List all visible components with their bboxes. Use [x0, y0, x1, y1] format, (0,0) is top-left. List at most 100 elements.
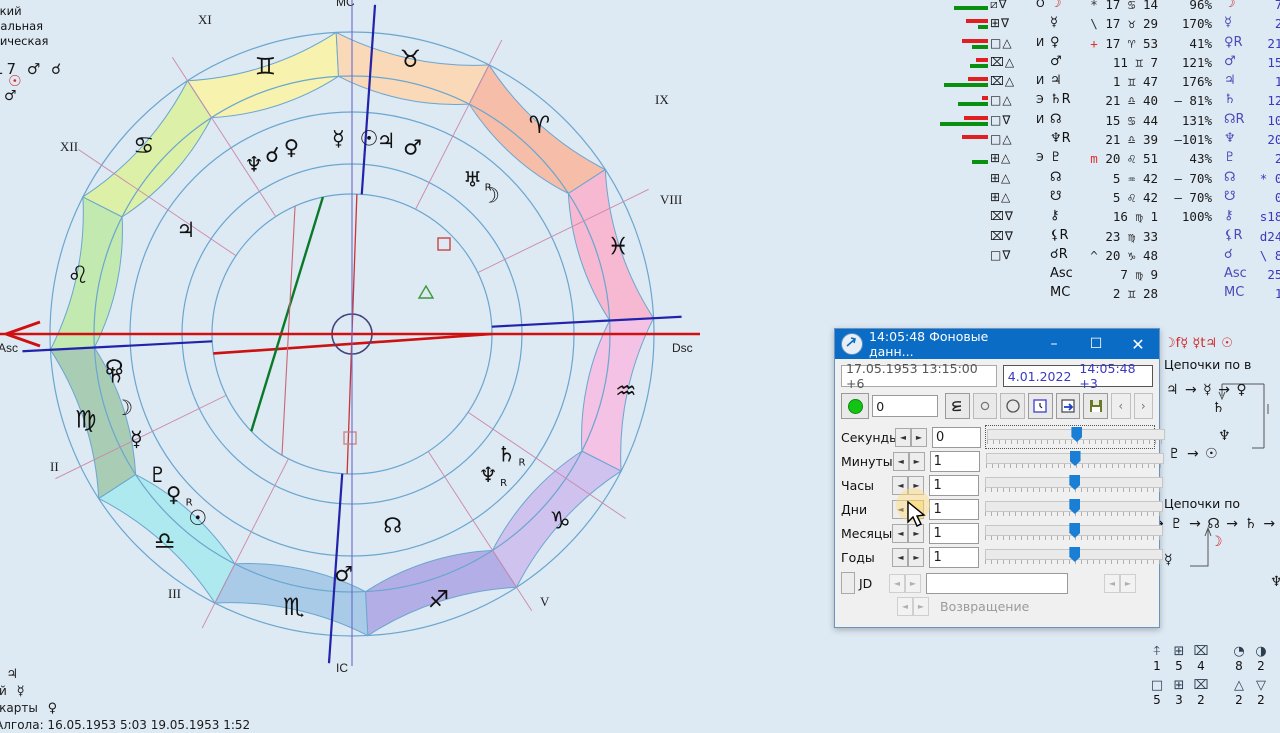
- astrology-wheel[interactable]: ♊ ♉♈♓♒♑♐♏♎♍♌♋ ♂♃☉☿♅ R☽♆♀☌♃♄ R♆ R☊♂☉♀ R♇☿☽♄☊ I…: [0, 0, 710, 686]
- planet-glyph[interactable]: ☉: [188, 506, 207, 530]
- spin-right[interactable]: ►: [908, 547, 925, 567]
- return-spinner[interactable]: ◄ ►: [897, 596, 929, 616]
- stepper-row-0[interactable]: Секунды ◄ ► 0: [841, 425, 1166, 449]
- jd-spinner-2[interactable]: ◄ ►: [1104, 573, 1136, 593]
- stepper-row-4[interactable]: Месяцы ◄ ► 1: [841, 521, 1164, 545]
- planet-glyph[interactable]: ☿: [130, 427, 143, 451]
- planet-glyph[interactable]: ♅: [463, 168, 482, 192]
- table-row[interactable]: ⌧∇⚸R23 ♍ 33⚸Rd24 ♊ 42: [944, 228, 1280, 247]
- return-spin-left[interactable]: ◄: [897, 596, 913, 616]
- stepper-row-1[interactable]: Минуты ◄ ► 1: [841, 449, 1164, 473]
- natal-date-field[interactable]: 17.05.1953 13:15:00 +6: [841, 361, 997, 391]
- spin-left[interactable]: ◄: [895, 427, 911, 447]
- stepper-value[interactable]: 1: [929, 546, 980, 568]
- table-row[interactable]: ⧄∇O☽* 17 ♋ 1496%☽7 ♒ 39: [944, 0, 1280, 15]
- jd-tab-button[interactable]: [841, 572, 855, 594]
- table-row[interactable]: Asc7 ♍ 9Asc25 ♊ 19: [944, 266, 1280, 285]
- stepper-slider[interactable]: [985, 425, 1166, 449]
- table-row[interactable]: MC2 ♊ 28MC12 ♒ 2: [944, 285, 1280, 304]
- jd-input[interactable]: [926, 572, 1068, 594]
- stepper-value[interactable]: 1: [929, 498, 980, 520]
- stepper-value[interactable]: 1: [929, 450, 980, 472]
- planet-glyph[interactable]: ♂: [334, 562, 353, 586]
- jd-spinner[interactable]: ◄ ►: [889, 573, 921, 593]
- stepper-slider[interactable]: [985, 451, 1164, 471]
- planet-glyph[interactable]: ☿: [332, 126, 345, 150]
- planet-glyph[interactable]: ♇: [148, 463, 167, 487]
- step-input[interactable]: 0: [872, 395, 938, 417]
- stepper-slider[interactable]: [985, 523, 1164, 543]
- clock-icon[interactable]: [1027, 393, 1053, 419]
- next-button[interactable]: ›: [1133, 393, 1153, 419]
- table-row[interactable]: □△♆R21 ♎ 39–101%♆20 ♓ 44: [944, 131, 1280, 150]
- planet-glyph[interactable]: ♃: [176, 218, 195, 242]
- stepper-value[interactable]: 1: [929, 474, 980, 496]
- planet-glyph[interactable]: ☌: [265, 143, 279, 167]
- planet-symbol: ☊: [1050, 111, 1062, 127]
- table-row[interactable]: □∇☌R^ 20 ♑ 48☌\ 8 ♈ 33: [944, 247, 1280, 266]
- export-icon[interactable]: [1055, 393, 1081, 419]
- planet-glyph[interactable]: ♆: [479, 463, 498, 487]
- save-icon[interactable]: [1083, 393, 1109, 419]
- spin-right[interactable]: ►: [911, 427, 927, 447]
- dialog-toolbar[interactable]: 0 ‹ ›: [841, 393, 1153, 419]
- planet-glyph[interactable]: ☊: [383, 514, 402, 538]
- large-circle-icon[interactable]: [1000, 393, 1025, 419]
- stepper-slider[interactable]: [985, 547, 1164, 567]
- spin-left[interactable]: ◄: [892, 451, 909, 471]
- jd-spin2-left[interactable]: ◄: [1104, 573, 1120, 593]
- jd-row[interactable]: JD ◄ ► ◄ ►: [841, 571, 1153, 595]
- prev-button[interactable]: ‹: [1111, 393, 1131, 419]
- table-row[interactable]: ⊞△☊5 ♒ 42– 70%☊* 0 ♊ 55: [944, 170, 1280, 189]
- stepper-value[interactable]: 1: [929, 522, 980, 544]
- stepper-spinner[interactable]: ◄►: [895, 427, 927, 447]
- table-row[interactable]: □∇И☊15 ♋ 44131%☊R10 ♉ 54: [940, 111, 1280, 131]
- run-button[interactable]: [841, 393, 870, 419]
- house-numeral: II: [50, 459, 59, 474]
- spin-right[interactable]: ►: [908, 451, 925, 471]
- background-data-dialog[interactable]: 14:05:48 Фоновые данн... – ☐ ✕ 17.05.195…: [834, 328, 1166, 628]
- jd-spin-left[interactable]: ◄: [889, 573, 905, 593]
- planet-glyph[interactable]: ☉: [360, 127, 379, 151]
- close-button[interactable]: ✕: [1117, 329, 1159, 359]
- return-row[interactable]: ◄ ► Возвращение: [897, 595, 1153, 617]
- table-row[interactable]: □△Э♄R21 ♎ 40– 81%♄12 ♒ 17: [944, 92, 1280, 111]
- planet-glyph[interactable]: ☽: [481, 183, 500, 207]
- stepper-value[interactable]: 0: [932, 426, 982, 448]
- planet-glyph[interactable]: ♃: [377, 129, 396, 153]
- stepper-slider[interactable]: [985, 475, 1164, 495]
- stepper-spinner[interactable]: ◄►: [892, 547, 925, 567]
- transit-date-field[interactable]: 4.01.2022 14:05:48 +3: [1002, 361, 1153, 391]
- table-row[interactable]: ⌧△♂11 ♊ 7121%♂15 ♐ 34: [944, 54, 1280, 73]
- return-spin-right[interactable]: ►: [913, 596, 929, 616]
- table-row[interactable]: ⊞△☋5 ♌ 42– 70%☋0 ♐ 55: [944, 189, 1280, 208]
- counter-cell-7: ⌧ 2: [1190, 678, 1212, 708]
- minimize-button[interactable]: –: [1033, 329, 1075, 359]
- dialog-titlebar[interactable]: 14:05:48 Фоновые данн... – ☐ ✕: [835, 329, 1159, 359]
- stepper-spinner[interactable]: ◄►: [892, 451, 925, 471]
- table-row[interactable]: □△И♀+ 17 ♈ 5341%♀R21 ♑ 27: [944, 35, 1280, 54]
- planet-glyph[interactable]: ♄: [497, 443, 516, 467]
- stepper-list[interactable]: Секунды◄►0Минуты◄►1Часы◄►1Дни◄►1Месяцы◄►…: [841, 425, 1166, 569]
- planet-glyph[interactable]: ♆: [245, 152, 264, 176]
- stepper-slider[interactable]: [985, 499, 1164, 519]
- planet-glyph[interactable]: ☽: [114, 396, 133, 420]
- planet-glyph[interactable]: ☊: [105, 355, 124, 379]
- aspect-table[interactable]: ⧄∇O☽* 17 ♋ 1496%☽7 ♒ 39⊞∇☿\ 17 ♉ 29170%☿…: [940, 0, 1280, 305]
- sync-icon[interactable]: [944, 393, 970, 419]
- table-row[interactable]: ⊞∇☿\ 17 ♉ 29170%☿2 ♒ 52: [944, 15, 1280, 34]
- table-row[interactable]: ⊞△Э♇m 20 ♌ 5143%♇26 ♑ 3: [944, 150, 1280, 169]
- table-row[interactable]: ⌧△И♃1 ♊ 47176%♃1 ♓ 14: [944, 73, 1280, 92]
- maximize-button[interactable]: ☐: [1075, 329, 1117, 359]
- stepper-row-3[interactable]: Дни◄►1: [841, 497, 1164, 521]
- jd-spin-right[interactable]: ►: [905, 573, 921, 593]
- planet-glyph[interactable]: ♀: [284, 136, 299, 160]
- table-row[interactable]: ⌧∇⚷16 ♍ 1100%⚷s18 ♊ 51: [944, 208, 1280, 227]
- spin-left[interactable]: ◄: [892, 547, 909, 567]
- stepper-row-5[interactable]: Годы ◄ ► 1: [841, 545, 1164, 569]
- jd-spin2-right[interactable]: ►: [1120, 573, 1136, 593]
- planet-glyph[interactable]: ♀: [166, 483, 181, 507]
- small-circle-icon[interactable]: [972, 393, 998, 419]
- planet-glyph[interactable]: ♂: [403, 136, 422, 160]
- stepper-row-2[interactable]: Часы ◄ ► 1: [841, 473, 1164, 497]
